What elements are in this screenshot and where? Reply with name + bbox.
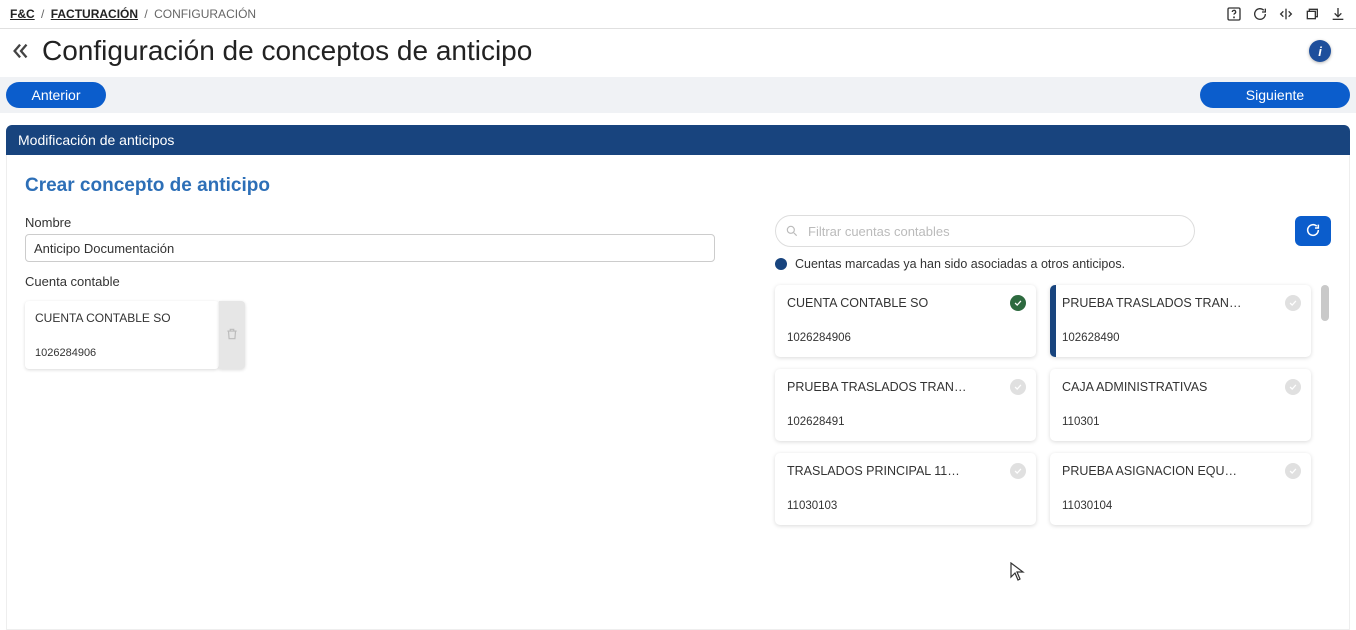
section-bar: Modificación de anticipos	[6, 125, 1350, 155]
info-icon[interactable]: i	[1309, 40, 1331, 62]
check-icon	[1010, 295, 1026, 311]
topbar-actions	[1226, 6, 1346, 22]
account-card[interactable]: CUENTA CONTABLE SO 1026284906	[775, 285, 1036, 357]
account-code: 1026284906	[787, 332, 1024, 344]
reload-icon[interactable]	[1252, 6, 1268, 22]
split-icon[interactable]	[1278, 6, 1294, 22]
breadcrumb: F&C / FACTURACIÓN / CONFIGURACIÓN	[10, 7, 256, 21]
account-card[interactable]: PRUEBA TRASLADOS TRAN… 102628491	[775, 369, 1036, 441]
back-chevrons-icon[interactable]	[10, 40, 32, 62]
breadcrumb-module[interactable]: FACTURACIÓN	[51, 7, 138, 21]
refresh-accounts-button[interactable]	[1295, 216, 1331, 246]
account-code: 102628490	[1062, 332, 1299, 344]
breadcrumb-root[interactable]: F&C	[10, 7, 35, 21]
help-icon[interactable]	[1226, 6, 1242, 22]
trash-icon	[225, 327, 239, 344]
account-card[interactable]: PRUEBA ASIGNACION EQU… 11030104	[1050, 453, 1311, 525]
download-icon[interactable]	[1330, 6, 1346, 22]
form-column: Nombre Cuenta contable CUENTA CONTABLE S…	[25, 215, 715, 525]
title-row: Configuración de conceptos de anticipo i	[0, 29, 1356, 77]
legend-dot-icon	[775, 258, 787, 270]
name-input[interactable]	[25, 234, 715, 262]
accounts-column: Cuentas marcadas ya han sido asociadas a…	[775, 215, 1331, 525]
breadcrumb-current: CONFIGURACIÓN	[154, 7, 256, 21]
legend: Cuentas marcadas ya han sido asociadas a…	[775, 257, 1331, 271]
selected-account-code: 1026284906	[35, 347, 209, 359]
account-label: Cuenta contable	[25, 274, 715, 289]
account-card[interactable]: CAJA ADMINISTRATIVAS 110301	[1050, 369, 1311, 441]
check-icon	[1010, 379, 1026, 395]
next-button[interactable]: Siguiente	[1200, 82, 1350, 108]
account-code: 110301	[1062, 416, 1299, 428]
topbar: F&C / FACTURACIÓN / CONFIGURACIÓN	[0, 0, 1356, 29]
account-title: PRUEBA TRASLADOS TRAN…	[1062, 296, 1299, 310]
check-icon	[1285, 463, 1301, 479]
filter-accounts-input[interactable]	[775, 215, 1195, 247]
remove-account-button[interactable]	[219, 301, 245, 369]
selected-account-card: CUENTA CONTABLE SO 1026284906	[25, 301, 245, 369]
content-panel: Crear concepto de anticipo Nombre Cuenta…	[6, 155, 1350, 630]
account-title: PRUEBA TRASLADOS TRAN…	[787, 380, 1024, 394]
account-title: CUENTA CONTABLE SO	[787, 296, 1024, 310]
name-label: Nombre	[25, 215, 715, 230]
check-icon	[1285, 295, 1301, 311]
account-card[interactable]: TRASLADOS PRINCIPAL 11… 11030103	[775, 453, 1036, 525]
account-code: 11030103	[787, 500, 1024, 512]
accounts-scrollbar[interactable]	[1321, 285, 1329, 525]
account-card[interactable]: PRUEBA TRASLADOS TRAN… 102628490	[1050, 285, 1311, 357]
account-code: 102628491	[787, 416, 1024, 428]
accounts-grid: CUENTA CONTABLE SO 1026284906 PRUEBA TRASL…	[775, 285, 1331, 525]
legend-text: Cuentas marcadas ya han sido asociadas a…	[795, 257, 1125, 271]
navbar: Anterior Siguiente	[0, 77, 1356, 113]
account-code: 11030104	[1062, 500, 1299, 512]
search-icon	[785, 224, 799, 238]
previous-button[interactable]: Anterior	[6, 82, 106, 108]
account-title: CAJA ADMINISTRATIVAS	[1062, 380, 1299, 394]
account-title: PRUEBA ASIGNACION EQU…	[1062, 464, 1299, 478]
selected-account-title: CUENTA CONTABLE SO	[35, 311, 209, 325]
check-icon	[1010, 463, 1026, 479]
account-title: TRASLADOS PRINCIPAL 11…	[787, 464, 1024, 478]
restore-window-icon[interactable]	[1304, 6, 1320, 22]
page-title: Configuración de conceptos de anticipo	[42, 35, 532, 67]
refresh-icon	[1305, 222, 1321, 241]
check-icon	[1285, 379, 1301, 395]
section-heading: Crear concepto de anticipo	[25, 175, 1331, 197]
